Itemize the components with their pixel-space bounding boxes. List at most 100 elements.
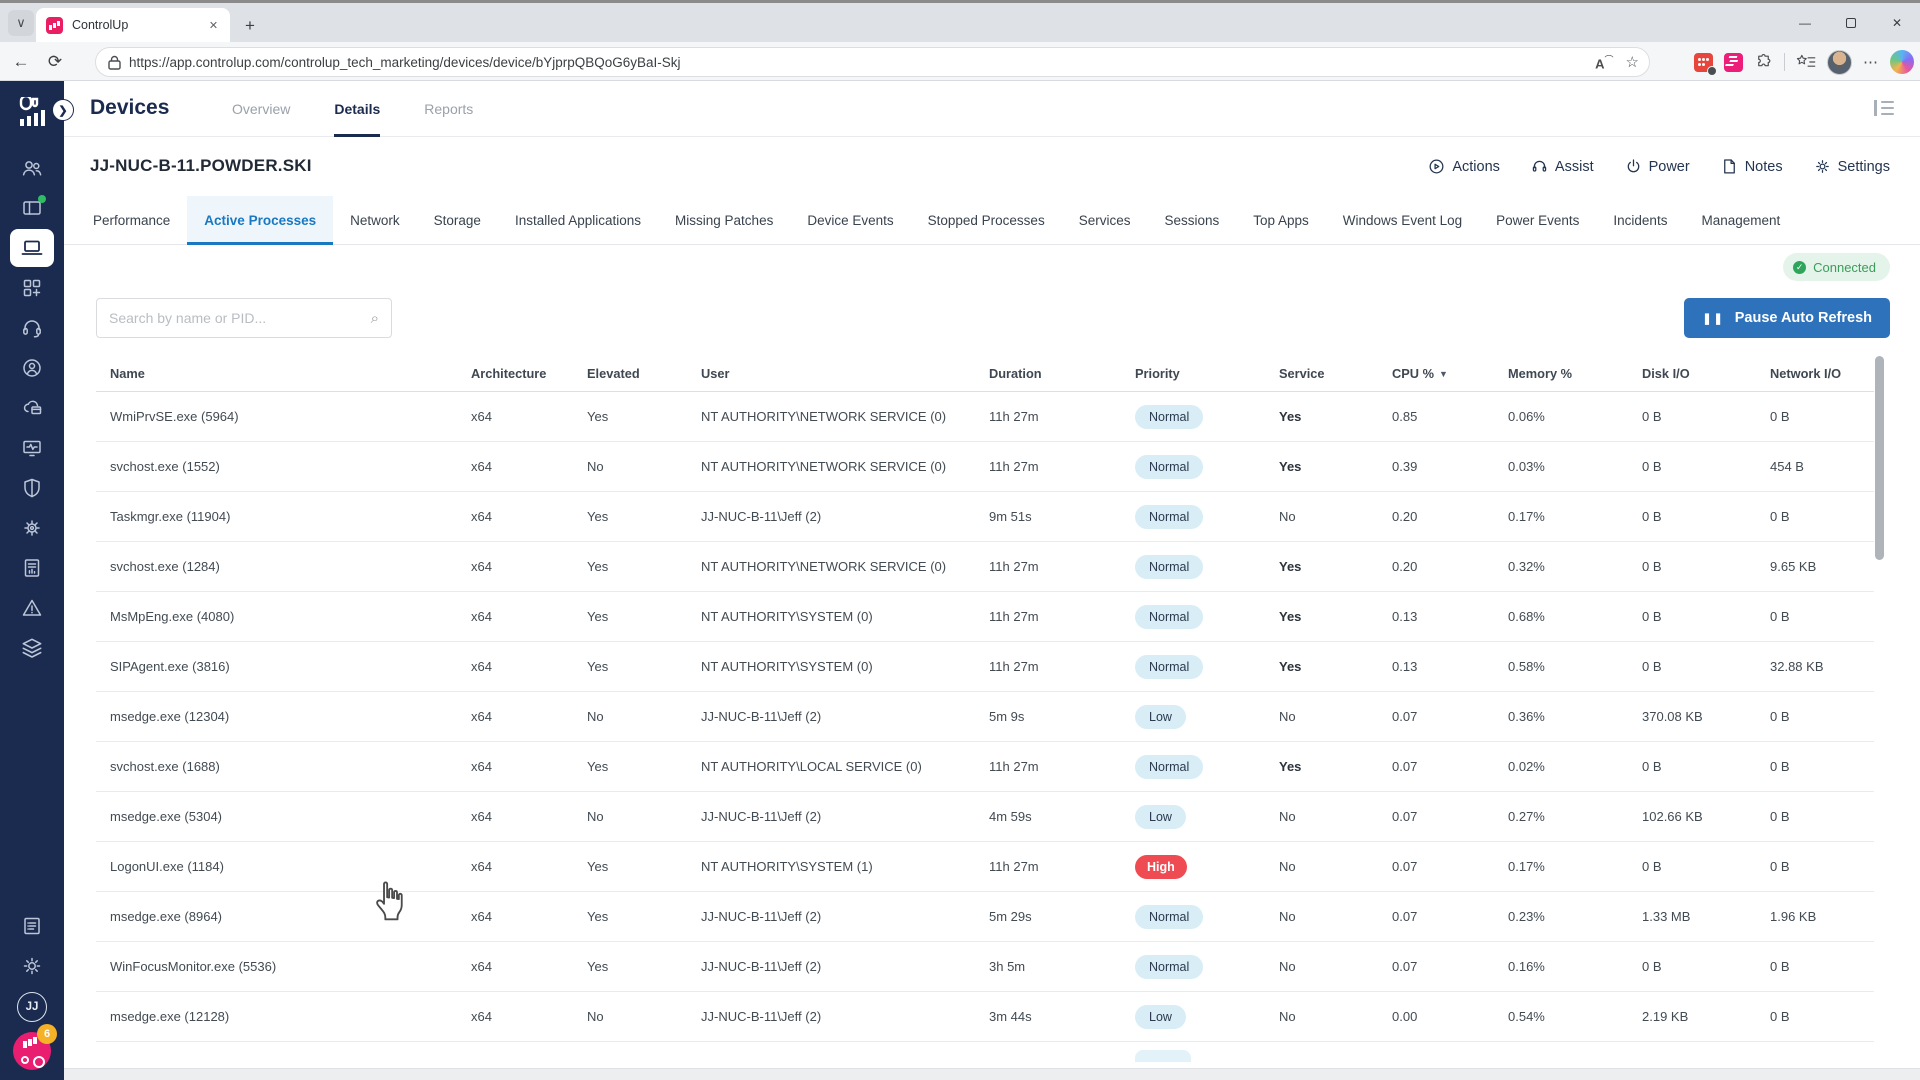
header-tab-details[interactable]: Details	[312, 81, 402, 137]
table-row[interactable]: WmiPrvSE.exe (5964) x64 Yes NT AUTHORITY…	[96, 392, 1874, 442]
subtab-installed-applications[interactable]: Installed Applications	[498, 196, 658, 244]
column-header-service[interactable]: Service	[1265, 366, 1378, 381]
copilot-icon[interactable]	[1890, 50, 1914, 74]
column-header-elevated[interactable]: Elevated	[573, 366, 687, 381]
people-icon[interactable]	[10, 149, 54, 187]
url-bar[interactable]: https://app.controlup.com/controlup_tech…	[95, 47, 1650, 77]
table-row[interactable]: msedge.exe (8964) x64 Yes JJ-NUC-B-11\Je…	[96, 892, 1874, 942]
table-row[interactable]: svchost.exe (1552) x64 No NT AUTHORITY\N…	[96, 442, 1874, 492]
cloud-window-icon[interactable]	[10, 389, 54, 427]
close-icon[interactable]: ✕	[205, 17, 222, 34]
subtab-sessions[interactable]: Sessions	[1147, 196, 1236, 244]
subtab-network[interactable]: Network	[333, 196, 417, 244]
window-panel-icon[interactable]	[10, 189, 54, 227]
column-header-cpu[interactable]: CPU %▼	[1378, 366, 1494, 381]
subtab-active-processes[interactable]: Active Processes	[187, 196, 333, 244]
assist-button[interactable]: Assist	[1520, 151, 1604, 182]
header-tab-reports[interactable]: Reports	[402, 81, 495, 137]
column-header-user[interactable]: User	[687, 366, 975, 381]
column-header-networkio[interactable]: Network I/O	[1756, 366, 1874, 381]
back-icon[interactable]: ←	[8, 49, 34, 75]
header-tab-overview[interactable]: Overview	[210, 81, 312, 137]
table-row[interactable]: msedge.exe (5304) x64 No JJ-NUC-B-11\Jef…	[96, 792, 1874, 842]
browser-tab[interactable]: ControlUp ✕	[36, 8, 230, 42]
process-user: NT AUTHORITY\NETWORK SERVICE (0)	[687, 559, 975, 574]
sidebar-collapse-button[interactable]: ❯	[52, 99, 74, 121]
new-tab-icon[interactable]: +	[238, 14, 262, 38]
assistant-bubble-icon[interactable]: 6	[13, 1032, 51, 1070]
search-box[interactable]: ⌕	[96, 298, 392, 338]
red-extension-icon[interactable]	[1694, 53, 1713, 72]
process-duration: 11h 27m	[975, 659, 1121, 674]
controlup-logo[interactable]	[17, 97, 47, 134]
table-row[interactable]: WinFocusMonitor.exe (5536) x64 Yes JJ-NU…	[96, 942, 1874, 992]
settings-button[interactable]: Settings	[1803, 151, 1900, 182]
subtab-management[interactable]: Management	[1684, 196, 1797, 244]
table-row[interactable]: svchost.exe (1284) x64 Yes NT AUTHORITY\…	[96, 542, 1874, 592]
subtab-services[interactable]: Services	[1062, 196, 1148, 244]
table-row[interactable]: svchost.exe (1688) x64 Yes NT AUTHORITY\…	[96, 742, 1874, 792]
report-document-icon[interactable]	[10, 549, 54, 587]
table-vertical-scrollbar[interactable]	[1875, 356, 1884, 1066]
table-row[interactable]: MsMpEng.exe (4080) x64 Yes NT AUTHORITY\…	[96, 592, 1874, 642]
read-aloud-icon[interactable]: A⌒	[1595, 53, 1613, 71]
layers-icon[interactable]	[10, 629, 54, 667]
settings-gear-icon[interactable]	[10, 947, 54, 985]
search-input[interactable]	[109, 310, 371, 326]
table-row[interactable]: msedge.exe (12128) x64 No JJ-NUC-B-11\Je…	[96, 992, 1874, 1042]
gear-network-icon[interactable]	[10, 509, 54, 547]
extensions-puzzle-icon[interactable]	[1754, 53, 1773, 72]
subtab-top-apps[interactable]: Top Apps	[1236, 196, 1326, 244]
shield-icon[interactable]	[10, 469, 54, 507]
column-header-memory[interactable]: Memory %	[1494, 366, 1628, 381]
monitor-pulse-icon[interactable]	[10, 429, 54, 467]
subtab-missing-patches[interactable]: Missing Patches	[658, 196, 790, 244]
window-close-icon[interactable]: ✕	[1874, 3, 1920, 43]
notes-button[interactable]: Notes	[1710, 151, 1793, 182]
subtab-storage[interactable]: Storage	[417, 196, 498, 244]
process-service: Yes	[1265, 659, 1378, 674]
more-menu-icon[interactable]: ⋯	[1863, 53, 1879, 71]
column-header-diskio[interactable]: Disk I/O	[1628, 366, 1756, 381]
power-button[interactable]: Power	[1614, 151, 1700, 182]
process-disk-io: 1.33 MB	[1628, 909, 1756, 924]
horizontal-scrollbar[interactable]	[64, 1068, 1920, 1080]
user-circle-icon[interactable]	[10, 349, 54, 387]
process-name: WinFocusMonitor.exe (5536)	[96, 959, 457, 974]
grid-add-icon[interactable]	[10, 269, 54, 307]
maximize-icon[interactable]	[1828, 3, 1874, 43]
process-cpu: 0.07	[1378, 759, 1494, 774]
minimize-icon[interactable]: —	[1782, 3, 1828, 43]
pink-extension-icon[interactable]	[1724, 53, 1743, 72]
table-row[interactable]: msedge.exe (12304) x64 No JJ-NUC-B-11\Je…	[96, 692, 1874, 742]
column-header-priority[interactable]: Priority	[1121, 366, 1265, 381]
column-header-duration[interactable]: Duration	[975, 366, 1121, 381]
scrollbar-thumb[interactable]	[1875, 356, 1884, 560]
table-row[interactable]: LogonUI.exe (1184) x64 Yes NT AUTHORITY\…	[96, 842, 1874, 892]
column-header-name[interactable]: Name	[96, 366, 457, 381]
column-header-architecture[interactable]: Architecture	[457, 366, 573, 381]
process-disk-io: 0 B	[1628, 609, 1756, 624]
layout-settings-icon[interactable]	[1874, 100, 1894, 116]
favorite-star-icon[interactable]: ☆	[1626, 53, 1639, 71]
process-network-io: 0 B	[1756, 609, 1874, 624]
user-avatar[interactable]: JJ	[17, 992, 47, 1022]
release-notes-icon[interactable]	[10, 907, 54, 945]
devices-laptop-icon[interactable]	[10, 229, 54, 267]
headset-icon[interactable]	[10, 309, 54, 347]
subtab-stopped-processes[interactable]: Stopped Processes	[911, 196, 1062, 244]
subtab-windows-event-log[interactable]: Windows Event Log	[1326, 196, 1479, 244]
pause-auto-refresh-button[interactable]: ❚❚ Pause Auto Refresh	[1684, 298, 1890, 338]
warning-triangle-icon[interactable]	[10, 589, 54, 627]
table-row[interactable]: SIPAgent.exe (3816) x64 Yes NT AUTHORITY…	[96, 642, 1874, 692]
table-row[interactable]: Taskmgr.exe (11904) x64 Yes JJ-NUC-B-11\…	[96, 492, 1874, 542]
subtab-incidents[interactable]: Incidents	[1596, 196, 1684, 244]
subtab-performance[interactable]: Performance	[76, 196, 187, 244]
profile-avatar[interactable]	[1827, 50, 1852, 75]
subtab-power-events[interactable]: Power Events	[1479, 196, 1596, 244]
tab-list-chevron-icon[interactable]: ∨	[8, 10, 34, 36]
subtab-device-events[interactable]: Device Events	[790, 196, 910, 244]
refresh-icon[interactable]: ⟳	[42, 49, 68, 75]
favorites-bar-icon[interactable]	[1796, 53, 1816, 71]
actions-button[interactable]: Actions	[1417, 151, 1510, 182]
